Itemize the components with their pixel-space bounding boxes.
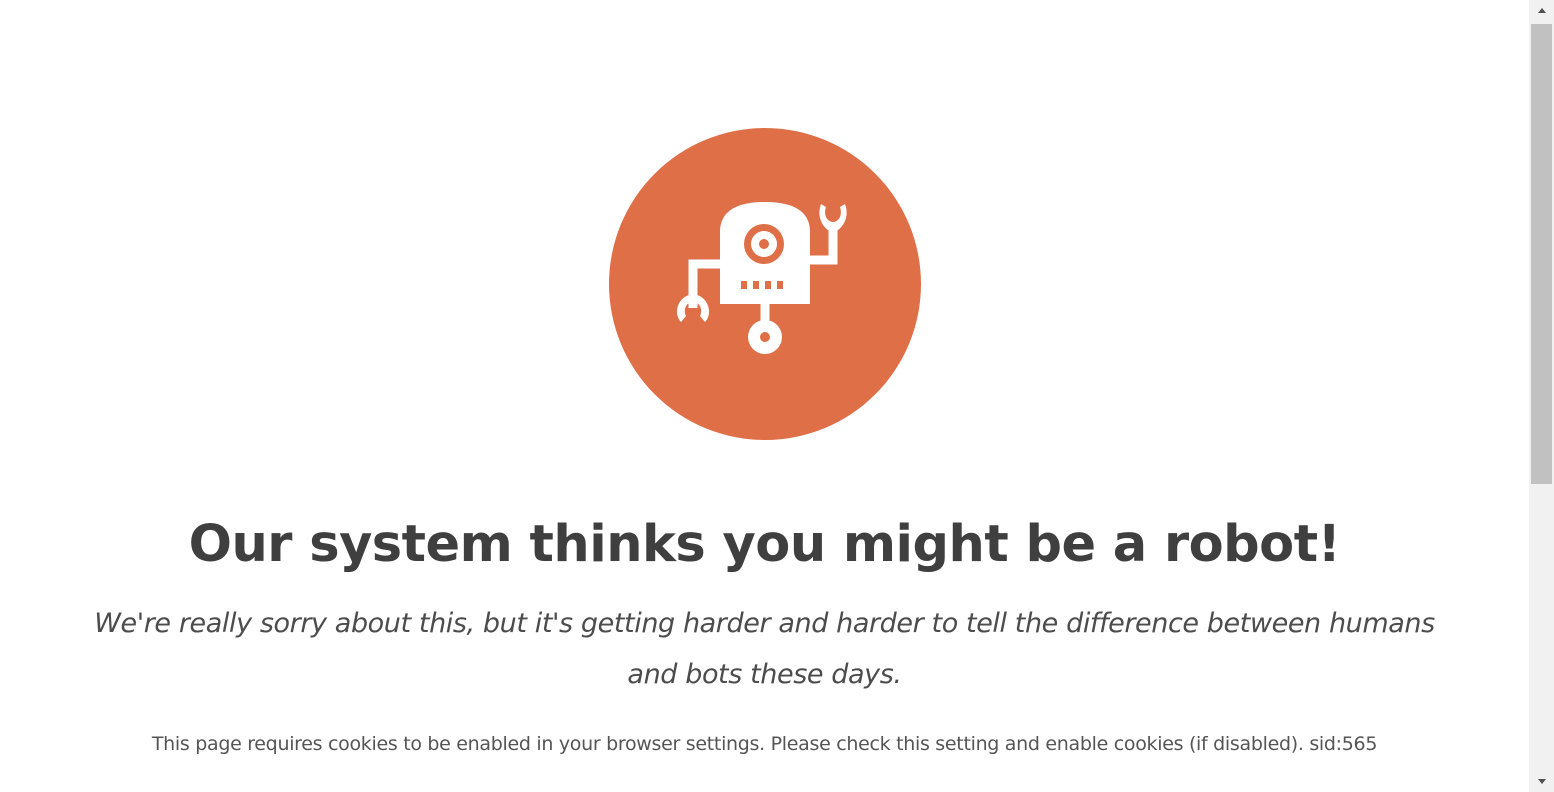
page: Our system thinks you might be a robot! … (0, 0, 1554, 792)
scroll-thumb[interactable] (1531, 24, 1552, 484)
page-title: Our system thinks you might be a robot! (188, 515, 1341, 574)
cookie-notice: This page requires cookies to be enabled… (151, 733, 1378, 755)
scroll-up-button[interactable] (1529, 0, 1554, 20)
robot-icon (677, 202, 847, 354)
triangle-up-icon (1537, 8, 1546, 13)
vertical-scrollbar[interactable] (1529, 0, 1554, 792)
robot-badge (609, 128, 921, 440)
captcha-content: Our system thinks you might be a robot! … (0, 0, 1529, 792)
triangle-down-icon (1537, 779, 1546, 784)
scroll-down-button[interactable] (1529, 772, 1554, 792)
apology-subtitle: We're really sorry about this, but it's … (94, 608, 1435, 690)
